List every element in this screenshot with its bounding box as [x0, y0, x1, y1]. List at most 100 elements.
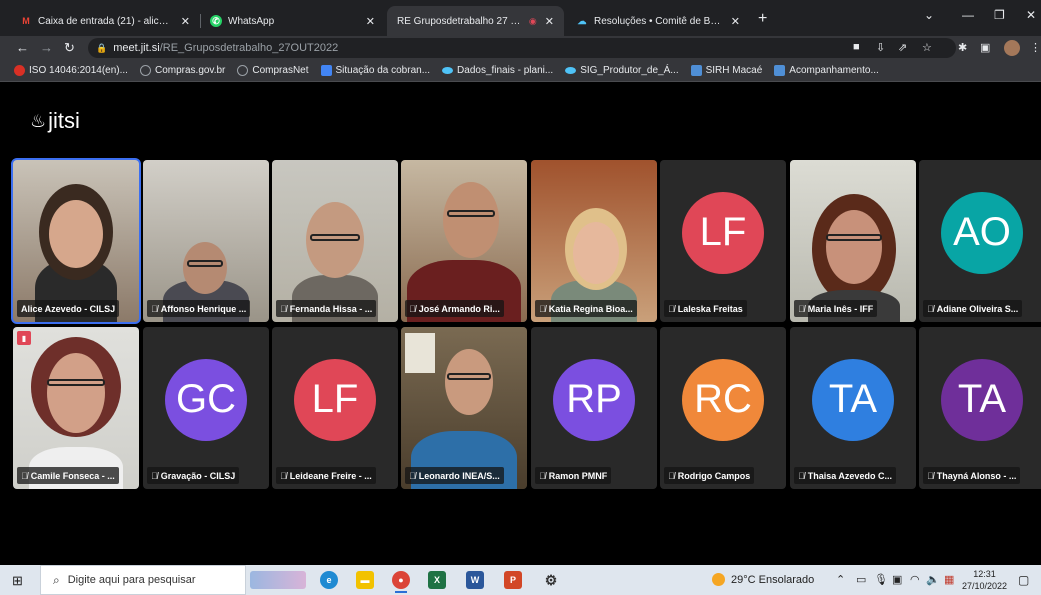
chrome-icon[interactable]: ●: [392, 571, 410, 593]
weather-widget[interactable]: 29°C Ensolarado: [712, 573, 814, 586]
participant-tile[interactable]: 🎙̸ Affonso Henrique ...: [143, 160, 269, 322]
close-icon[interactable]: ✕: [181, 15, 190, 28]
tray-app-icon[interactable]: ▭: [856, 573, 866, 586]
browser-toolbar: ← → ↻ 🔒 meet.jit.si/RE_Gruposdetrabalho_…: [0, 36, 1041, 60]
clock-time: 12:31: [973, 569, 996, 579]
participant-tile[interactable]: 🎙̸ Fernanda Hissa - ...: [272, 160, 398, 322]
bookmark-item[interactable]: Acompanhamento...: [774, 65, 879, 76]
bookmark-star-icon[interactable]: ☆: [922, 41, 932, 54]
participant-name: 🎙̸ Katia Regina Bioa...: [535, 300, 637, 317]
mic-muted-icon: 🎙̸: [668, 303, 675, 314]
notifications-icon[interactable]: ▢: [1018, 573, 1029, 587]
windows-start-icon[interactable]: ⊞: [12, 573, 23, 589]
participant-name: 🎙̸ Maria Inês - IFF: [794, 300, 878, 317]
avatar: LF: [682, 191, 764, 274]
close-icon[interactable]: ✕: [545, 15, 554, 28]
mic-muted-icon: 🎙̸: [409, 470, 416, 481]
participant-tile[interactable]: 🎙̸ José Armando Ri...: [401, 160, 527, 322]
participant-tile[interactable]: TA 🎙̸ Thaisa Azevedo C...: [790, 327, 916, 489]
excel-icon[interactable]: X: [428, 571, 446, 589]
microphone-icon[interactable]: 🎙: [874, 573, 888, 586]
tab-jitsi-meeting[interactable]: RE Gruposdetrabalho 27 OUT ◉ ✕: [387, 6, 564, 36]
bookmark-item[interactable]: Dados_finais - plani...: [442, 65, 553, 76]
participant-tile[interactable]: RP 🎙̸ Ramon PMNF: [531, 327, 657, 489]
avatar: TA: [812, 358, 894, 441]
bookmark-item[interactable]: ISO 14046:2014(en)...: [14, 65, 128, 76]
participant-name: 🎙̸ Laleska Freitas: [664, 300, 747, 317]
minimize-icon[interactable]: —: [962, 8, 974, 22]
volume-icon[interactable]: 🔈: [926, 573, 940, 586]
participant-tile[interactable]: LF 🎙̸ Laleska Freitas: [660, 160, 786, 322]
connection-quality-icon[interactable]: ▮: [17, 331, 31, 345]
search-icon: ⌕: [53, 572, 60, 587]
settings-gear-icon[interactable]: ⚙: [542, 571, 560, 589]
system-clock[interactable]: 12:31 27/10/2022: [962, 568, 1007, 592]
tab-gmail[interactable]: M Caixa de entrada (21) - aliceazev ✕: [10, 6, 200, 36]
restore-icon[interactable]: ❐: [994, 8, 1005, 22]
mic-muted-icon: 🎙̸: [539, 470, 546, 481]
participant-name: 🎙̸ José Armando Ri...: [405, 300, 504, 317]
participant-tile[interactable]: 🎙̸ Leonardo INEA/S...: [401, 327, 527, 489]
participant-tile[interactable]: ▮ 🎙̸ Camile Fonseca - ...: [13, 327, 139, 489]
participant-tile[interactable]: Alice Azevedo - CILSJ: [11, 158, 141, 324]
sidepanel-icon[interactable]: ▣: [980, 41, 990, 54]
participant-tile[interactable]: 🎙̸ Maria Inês - IFF: [790, 160, 916, 322]
new-tab-button[interactable]: +: [758, 10, 767, 28]
participant-tile[interactable]: AO 🎙̸ Adiane Oliveira S...: [919, 160, 1041, 322]
participant-tile[interactable]: RC 🎙̸ Rodrigo Campos: [660, 327, 786, 489]
participant-name: 🎙̸ Rodrigo Campos: [664, 467, 755, 484]
search-placeholder: Digite aqui para pesquisar: [67, 574, 196, 586]
bookmark-item[interactable]: ComprasNet: [237, 65, 309, 76]
bookmark-item[interactable]: Compras.gov.br: [139, 65, 225, 76]
tab-title: WhatsApp: [228, 15, 275, 27]
forward-icon[interactable]: →: [40, 40, 53, 55]
sun-icon: [712, 573, 725, 586]
extensions-icon[interactable]: ✱: [958, 41, 967, 54]
profile-avatar[interactable]: [1004, 40, 1020, 56]
mic-muted-icon: 🎙̸: [798, 470, 805, 481]
sirh-icon: [774, 65, 786, 76]
participant-tile[interactable]: GC 🎙̸ Gravação - CILSJ: [143, 327, 269, 489]
mic-muted-icon: 🎙̸: [798, 303, 805, 314]
tray-chevron-icon[interactable]: ⌃: [836, 573, 845, 586]
gmail-icon: M: [22, 16, 30, 26]
close-icon[interactable]: ✕: [366, 15, 375, 28]
bookmark-item[interactable]: Situação da cobran...: [320, 65, 430, 76]
bookmark-item[interactable]: SIRH Macaé: [690, 65, 763, 76]
wifi-icon[interactable]: ◠: [910, 573, 920, 586]
screen: M Caixa de entrada (21) - aliceazev ✕ ✆ …: [0, 0, 1041, 595]
file-explorer-icon[interactable]: ▬: [356, 571, 374, 589]
sirh-icon: [690, 65, 702, 76]
tab-whatsapp[interactable]: ✆ WhatsApp ✕: [200, 6, 385, 36]
window-close-icon[interactable]: ✕: [1026, 8, 1036, 22]
gift-icon[interactable]: ▦: [944, 573, 954, 586]
recording-icon: ◉: [528, 15, 537, 26]
tab-resolucoes[interactable]: ☁ Resoluções • Comitê de Bacias d ✕: [566, 6, 750, 36]
search-highlight-icon[interactable]: [250, 571, 306, 589]
bookmark-item[interactable]: SIG_Produtor_de_Á...: [565, 65, 679, 76]
participant-tile[interactable]: TA 🎙̸ Thayná Alonso - ...: [919, 327, 1041, 489]
display-icon[interactable]: ▣: [892, 573, 902, 586]
participant-tile[interactable]: LF 🎙̸ Leideane Freire - ...: [272, 327, 398, 489]
participant-tile[interactable]: 🎙̸ Katia Regina Bioa...: [531, 160, 657, 322]
mic-muted-icon: 🎙̸: [151, 470, 158, 481]
back-icon[interactable]: ←: [16, 40, 29, 55]
install-icon[interactable]: ⇩: [876, 41, 885, 54]
bookmark-label: SIRH Macaé: [705, 65, 763, 76]
reload-icon[interactable]: ↻: [64, 40, 75, 56]
powerpoint-icon[interactable]: P: [504, 571, 522, 589]
menu-icon[interactable]: ⋮: [1030, 41, 1041, 54]
video-feed: [13, 160, 139, 322]
share-icon[interactable]: ⇗: [898, 41, 907, 54]
word-icon[interactable]: W: [466, 571, 484, 589]
address-bar[interactable]: 🔒 meet.jit.si/RE_Gruposdetrabalho_27OUT2…: [88, 38, 956, 58]
camera-icon[interactable]: ■: [853, 41, 860, 53]
mic-muted-icon: 🎙̸: [409, 303, 416, 314]
jitsi-logo[interactable]: ♨ jitsi: [30, 108, 80, 134]
clock-date: 27/10/2022: [962, 581, 1008, 591]
video-feed: [13, 327, 139, 489]
taskbar-search[interactable]: ⌕ Digite aqui para pesquisar: [40, 565, 246, 595]
close-icon[interactable]: ✕: [731, 15, 740, 28]
edge-icon[interactable]: e: [320, 571, 338, 589]
tab-search-icon[interactable]: ⌄: [924, 8, 934, 22]
